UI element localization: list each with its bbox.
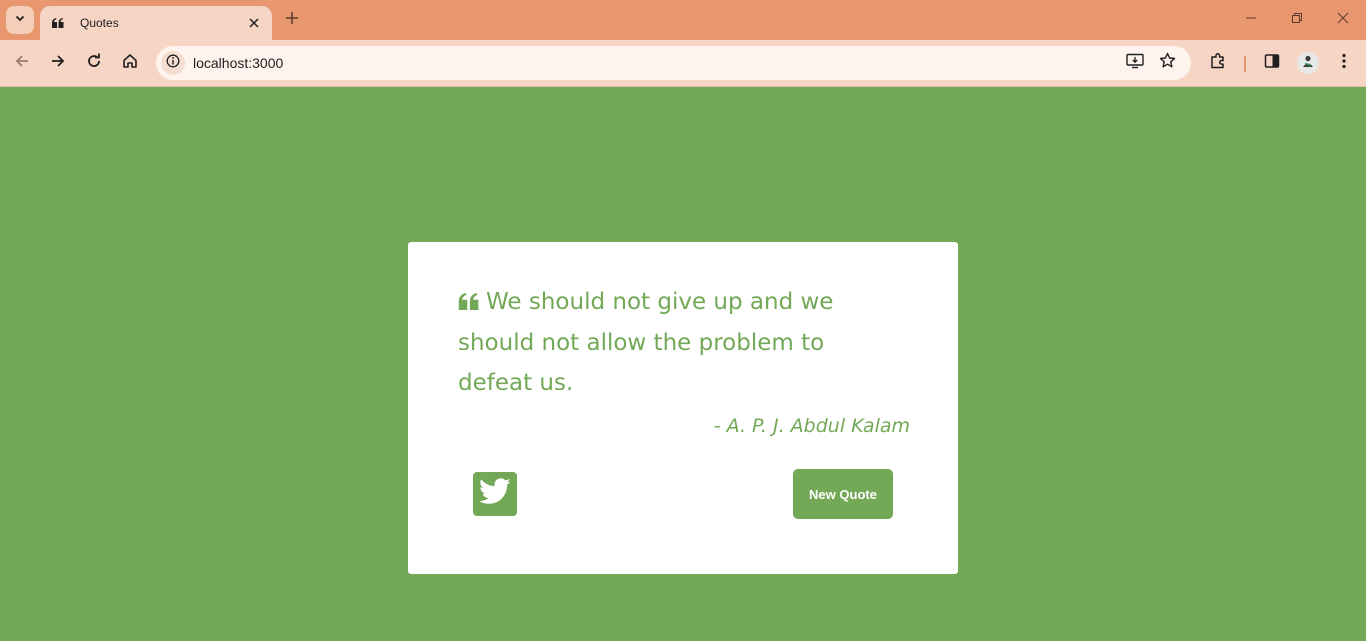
reload-icon [86,53,102,74]
reload-button[interactable] [80,49,108,77]
close-window-icon [1337,11,1349,29]
tab-title: Quotes [80,16,119,30]
new-quote-button[interactable]: New Quote [793,469,893,519]
close-window-button[interactable] [1328,6,1358,34]
puzzle-icon [1209,52,1227,75]
side-panel-button[interactable] [1258,49,1286,77]
toolbar-divider [1244,56,1246,72]
restore-icon [1291,11,1303,29]
quote-left-icon [50,15,66,31]
minimize-button[interactable] [1236,6,1266,34]
tweet-quote-button[interactable] [473,472,517,516]
side-panel-icon [1264,53,1280,74]
chevron-down-icon [14,11,26,29]
plus-icon [285,11,299,30]
tab-quotes[interactable]: Quotes [40,6,272,40]
info-icon [166,54,180,73]
profile-avatar-icon [1301,54,1315,73]
tab-search-button[interactable] [6,6,34,34]
quote-left-icon [458,283,480,323]
close-icon[interactable] [246,15,262,31]
quote-text-block: We should not give up and we should not … [458,282,878,403]
url-text[interactable]: localhost:3000 [193,55,283,71]
bookmark-button[interactable] [1156,52,1178,74]
quote-text: We should not give up and we should not … [458,289,834,396]
home-button[interactable] [116,49,144,77]
profile-button[interactable] [1297,52,1319,74]
arrow-right-icon [50,53,66,74]
arrow-left-icon [14,53,30,74]
twitter-icon [479,478,511,510]
install-app-button[interactable] [1124,52,1146,74]
back-button[interactable] [8,49,36,77]
install-app-icon [1126,53,1144,74]
home-icon [122,53,138,74]
extensions-button[interactable] [1204,49,1232,77]
browser-toolbar: localhost:3000 [0,40,1366,87]
new-tab-button[interactable] [280,8,304,32]
star-icon [1159,52,1176,74]
kebab-menu-icon [1342,53,1346,74]
tab-strip: Quotes [0,0,1366,40]
restore-button[interactable] [1282,6,1312,34]
forward-button[interactable] [44,49,72,77]
quote-box: We should not give up and we should not … [408,242,958,574]
site-info-button[interactable] [161,51,185,75]
address-bar[interactable]: localhost:3000 [156,46,1191,80]
minimize-icon [1245,11,1257,29]
menu-button[interactable] [1330,49,1358,77]
quote-author: - A. P. J. Abdul Kalam [713,415,910,437]
